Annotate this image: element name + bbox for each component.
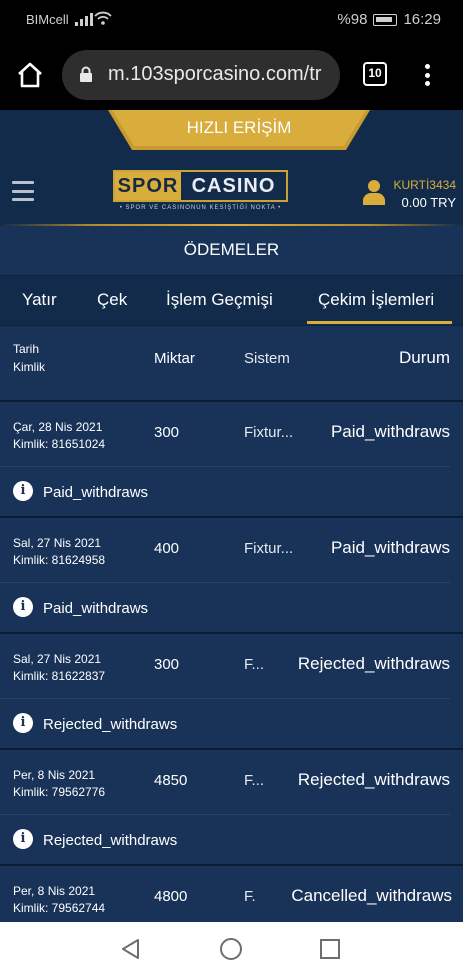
logo-tagline: • SPOR VE CASINONUN KESİŞTİĞİ NOKTA • [119,205,282,211]
battery-percent: %98 [337,11,368,28]
tab-switcher-button[interactable]: 10 [363,62,387,86]
page-title: ÖDEMELER [0,226,463,276]
clock: 16:29 [403,11,441,28]
table-header: Tarih Kimlik Miktar Sistem Durum [0,326,463,402]
cell-amount: 300 [154,656,180,673]
cell-amount: 400 [154,540,180,557]
info-text: Rejected_withdraws [43,832,178,849]
recent-apps-icon[interactable] [320,939,340,959]
cell-amount: 4800 [154,888,188,905]
tab-withdraw[interactable]: Çek [97,290,127,310]
header-amount: Miktar [154,350,195,367]
balance: 0.00 TRY [401,195,456,210]
wifi-icon [94,11,112,28]
cell-amount: 4850 [154,772,188,789]
cell-status: Paid_withdraws [330,422,450,441]
user-icon[interactable] [363,179,385,205]
signal-icon [75,12,93,26]
quick-access-button[interactable]: HIZLI ERİŞİM [108,110,370,152]
cell-date: Sal, 27 Nis 2021 Kimlik: 81622837 [13,652,106,683]
url-text: m.103sporcasino.com/tr [108,63,322,85]
overflow-menu-icon[interactable] [418,60,436,90]
carrier-label: BIMcell [26,12,69,27]
system-nav-bar [0,922,463,978]
cell-date: Çar, 28 Nis 2021 Kimlik: 81651024 [13,420,106,451]
header-status: Durum [398,348,450,367]
hamburger-menu-icon[interactable] [12,181,34,201]
info-icon[interactable]: i [13,829,33,849]
header-system: Sistem [244,350,290,367]
cell-status: Cancelled_withdraws [291,886,452,905]
status-right: %98 16:29 [337,11,441,28]
active-tab-indicator [307,321,452,324]
site-header: SPOR CASINO • SPOR VE CASINONUN KESİŞTİĞ… [0,155,463,225]
cell-date: Per, 8 Nis 2021 Kimlik: 79562744 [13,884,106,915]
cell-date: Per, 8 Nis 2021 Kimlik: 79562776 [13,768,106,799]
table-row[interactable]: Per, 8 Nis 2021 Kimlik: 79562744 4800 F. … [0,866,463,922]
info-text: Paid_withdraws [43,600,149,617]
table-row[interactable]: Sal, 27 Nis 2021 Kimlik: 81624958 400 Fix… [0,518,463,634]
info-icon[interactable]: i [13,597,33,617]
cell-amount: 300 [154,424,180,441]
browser-toolbar: m.103sporcasino.com/tr 10 [0,40,463,110]
table-row[interactable]: Per, 8 Nis 2021 Kimlik: 79562776 4850 F..… [0,750,463,866]
username[interactable]: KURTİ3434 [394,178,456,192]
site-logo[interactable]: SPOR CASINO • SPOR VE CASINONUN KESİŞTİĞ… [113,170,288,215]
site-page: HIZLI ERİŞİM SPOR CASINO • SPOR VE CASIN… [0,110,463,922]
tab-deposit[interactable]: Yatır [22,290,57,310]
info-icon[interactable]: i [13,481,33,501]
withdraw-table: Tarih Kimlik Miktar Sistem Durum Çar, 28… [0,326,463,922]
status-bar: BIMcell %98 16:29 [0,0,463,40]
table-row[interactable]: Sal, 27 Nis 2021 Kimlik: 81622837 300 F..… [0,634,463,750]
payment-tabs: Yatır Çek İşlem Geçmişi Çekim İşlemleri [0,276,463,326]
cell-system: F. [244,888,256,905]
info-icon[interactable]: i [13,713,33,733]
cell-system: Fixtur... [244,424,294,441]
home-nav-icon[interactable] [220,938,242,960]
back-icon[interactable] [120,938,142,965]
table-row[interactable]: Çar, 28 Nis 2021 Kimlik: 81651024 300 Fix… [0,402,463,518]
cell-system: F... [244,656,265,673]
battery-icon [373,13,398,26]
logo-spor: SPOR [115,172,181,200]
logo-casino: CASINO [191,175,276,197]
lock-icon [79,66,93,82]
cell-status: Paid_withdraws [330,538,450,557]
cell-system: F... [244,772,265,789]
cell-date: Sal, 27 Nis 2021 Kimlik: 81624958 [13,536,106,567]
header-id: Kimlik [13,360,45,374]
tab-history[interactable]: İşlem Geçmişi [166,290,273,310]
quick-access-label: HIZLI ERİŞİM [186,118,292,137]
address-bar[interactable]: m.103sporcasino.com/tr [62,50,340,100]
cell-system: Fixtur... [244,540,294,557]
info-text: Rejected_withdraws [43,716,178,733]
home-icon[interactable] [15,60,45,90]
tab-withdraw-transactions[interactable]: Çekim İşlemleri [318,290,434,310]
header-date: Tarih [13,342,40,356]
info-text: Paid_withdraws [43,484,149,501]
cell-status: Rejected_withdraws [297,770,450,789]
cell-status: Rejected_withdraws [297,654,450,673]
